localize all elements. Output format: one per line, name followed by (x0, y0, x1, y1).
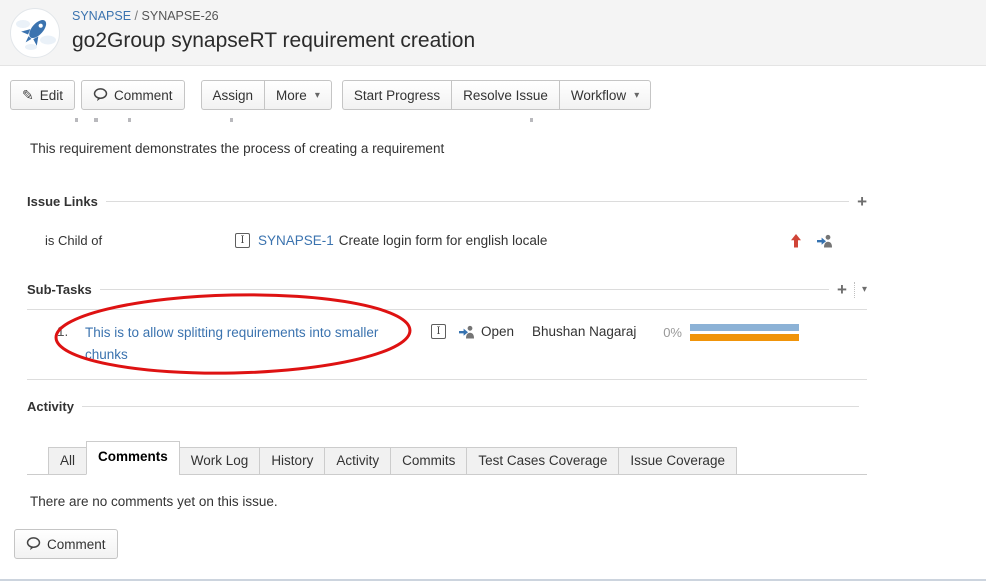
assignee-person-icon (817, 234, 833, 248)
issue-links-header: Issue Links + (27, 193, 867, 210)
sub-tasks-section: Sub-Tasks + ▾ 1. This is to allow splitt… (27, 281, 867, 380)
sub-tasks-options-chevron-icon[interactable]: ▾ (862, 284, 867, 295)
tab-all[interactable]: All (48, 447, 87, 475)
sub-task-row: 1. This is to allow splitting requiremen… (27, 322, 867, 366)
activity-tabs: All Comments Work Log History Activity C… (27, 441, 867, 475)
pencil-icon: ✎ (22, 87, 34, 104)
progress-bar-orange (690, 334, 799, 341)
comment-button[interactable]: Comment (81, 80, 185, 110)
comment-bubble-icon (93, 88, 108, 102)
chevron-down-icon: ▾ (315, 90, 320, 101)
issue-links-section: Issue Links + is Child of I SYNAPSE-1 Cr… (27, 193, 867, 248)
assign-button[interactable]: Assign (201, 80, 265, 110)
activity-title: Activity (27, 399, 74, 414)
clipped-text-remnant (530, 118, 533, 122)
sub-tasks-panel: 1. This is to allow splitting requiremen… (27, 309, 867, 380)
tab-test-cases-coverage[interactable]: Test Cases Coverage (466, 447, 619, 475)
clipped-text-remnant (94, 118, 98, 122)
issue-links-title: Issue Links (27, 194, 98, 209)
divider (854, 282, 855, 298)
breadcrumb-project-link[interactable]: SYNAPSE (72, 9, 131, 23)
chevron-down-icon: ▾ (634, 90, 639, 101)
priority-high-icon (790, 234, 802, 248)
sub-tasks-title: Sub-Tasks (27, 282, 92, 297)
clipped-text-remnant (75, 118, 78, 122)
rocket-icon (11, 9, 59, 57)
time-tracking-bars (690, 324, 799, 341)
more-button[interactable]: More ▾ (264, 80, 332, 110)
add-issue-link-button[interactable]: + (857, 193, 867, 210)
resolve-issue-label: Resolve Issue (463, 88, 548, 103)
workflow-button-group: Start Progress Resolve Issue Workflow ▾ (342, 80, 651, 110)
issue-header: SYNAPSE / SYNAPSE-26 go2Group synapseRT … (0, 0, 986, 66)
linked-issue-summary: Create login form for english locale (339, 233, 548, 248)
comment-button-label: Comment (114, 88, 173, 103)
section-divider (100, 289, 829, 290)
tab-commits[interactable]: Commits (390, 447, 467, 475)
sub-task-assignee: Bhushan Nagaraj (532, 324, 636, 339)
link-relation-label: is Child of (27, 233, 235, 248)
more-button-label: More (276, 88, 307, 103)
issue-type-icon: I (431, 324, 446, 339)
edit-button[interactable]: ✎ Edit (10, 80, 75, 110)
start-progress-label: Start Progress (354, 88, 440, 103)
resolve-issue-button[interactable]: Resolve Issue (451, 80, 559, 110)
no-comments-message: There are no comments yet on this issue. (27, 494, 867, 509)
tab-issue-coverage[interactable]: Issue Coverage (618, 447, 737, 475)
start-progress-button[interactable]: Start Progress (342, 80, 451, 110)
linked-issue-key-link[interactable]: SYNAPSE-1 (258, 233, 334, 248)
progress-bar-blue (690, 324, 799, 331)
tab-comments[interactable]: Comments (86, 441, 180, 475)
breadcrumb-separator: / (135, 9, 138, 23)
footer-comment-button[interactable]: Comment (14, 529, 118, 559)
section-divider (82, 406, 859, 407)
add-sub-task-button[interactable]: + (837, 281, 847, 298)
workflow-button-label: Workflow (571, 88, 626, 103)
progress-percent-label: 0% (663, 324, 682, 340)
description-text: This requirement demonstrates the proces… (30, 141, 444, 156)
activity-section: Activity All Comments Work Log History A… (27, 399, 867, 509)
sub-tasks-header: Sub-Tasks + ▾ (27, 281, 867, 298)
sub-task-index: 1. (27, 322, 85, 339)
issue-link-row: is Child of I SYNAPSE-1 Create login for… (27, 233, 867, 248)
comment-bubble-icon (26, 537, 41, 551)
toolbar: ✎ Edit Comment Assign More ▾ Start Progr… (10, 80, 651, 110)
project-avatar[interactable] (10, 8, 60, 58)
tab-history[interactable]: History (259, 447, 325, 475)
activity-header: Activity (27, 399, 867, 414)
sub-task-progress: 0% (663, 322, 867, 341)
assign-button-label: Assign (213, 88, 254, 103)
page-title: go2Group synapseRT requirement creation (72, 29, 475, 53)
issue-type-icon: I (235, 233, 250, 248)
clipped-text-remnant (128, 118, 131, 122)
workflow-button[interactable]: Workflow ▾ (559, 80, 651, 110)
sub-task-status: Open (481, 324, 514, 339)
assign-button-group: Assign More ▾ (201, 80, 332, 110)
breadcrumb: SYNAPSE / SYNAPSE-26 (72, 9, 475, 23)
section-divider (106, 201, 849, 202)
jira-issue-page: SYNAPSE / SYNAPSE-26 go2Group synapseRT … (0, 0, 986, 581)
clipped-text-remnant (230, 118, 233, 122)
assignee-person-icon (459, 325, 475, 339)
edit-button-label: Edit (40, 88, 63, 103)
footer-comment-button-label: Comment (47, 537, 106, 552)
tab-activity[interactable]: Activity (324, 447, 391, 475)
sub-task-summary-link[interactable]: This is to allow splitting requirements … (85, 322, 407, 366)
breadcrumb-issue-key: SYNAPSE-26 (142, 9, 219, 23)
tab-work-log[interactable]: Work Log (179, 447, 261, 475)
